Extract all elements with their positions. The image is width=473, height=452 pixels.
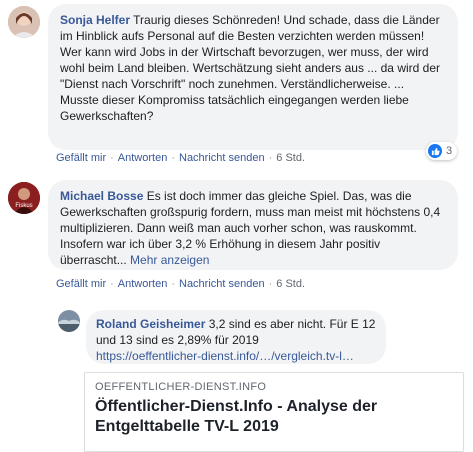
send-message-link[interactable]: Nachricht senden [179,278,265,290]
reply-link[interactable]: Antworten [118,152,168,164]
comment-bubble: Sonja Helfer Traurig dieses Schönreden! … [48,4,458,150]
reply-author[interactable]: Roland Geisheimer [96,317,205,331]
reaction-count-label: 3 [446,145,453,157]
timestamp[interactable]: 6 Std. [276,278,305,290]
reply-link[interactable]: Antworten [118,278,168,290]
comment-actions: Gefällt mir · Antworten · Nachricht senden · 6… [56,278,306,290]
like-link[interactable]: Gefällt mir [56,152,106,164]
reply-link-url[interactable]: https://oeffentlicher-dienst.info/…/verg… [96,349,354,363]
show-more-link[interactable]: Mehr anzeigen [130,253,209,267]
avatar-photo [8,182,40,214]
avatar-photo [58,310,80,332]
preview-title[interactable]: Öffentlicher-Dienst.Info - Analyse der E… [95,397,453,437]
avatar-photo [8,6,40,38]
comment-actions: Gefällt mir · Antworten · Nachricht senden · 6… [56,152,306,164]
comment-text: Traurig dieses Schönreden! Und schade, d… [60,13,440,123]
like-link[interactable]: Gefällt mir [56,278,106,290]
comment-bubble: Michael Bosse Es ist doch immer das glei… [48,180,458,270]
avatar-sonja-helfer[interactable] [8,6,40,38]
avatar-michael-bosse[interactable]: Fiskus [8,182,40,214]
reaction-count[interactable]: 3 [426,142,458,160]
link-preview-card[interactable]: OEFFENTLICHER-DIENST.INFO Öffentlicher-D… [84,372,464,452]
thumbs-up-icon [428,144,442,158]
comment-author[interactable]: Michael Bosse [60,189,143,203]
timestamp[interactable]: 6 Std. [276,152,305,164]
send-message-link[interactable]: Nachricht senden [179,152,265,164]
comment-author[interactable]: Sonja Helfer [60,13,130,27]
avatar-caption: Fiskus [15,203,33,209]
reply-bubble: Roland Geisheimer 3,2 sind es aber nicht… [86,310,386,364]
preview-domain: OEFFENTLICHER-DIENST.INFO [95,381,267,393]
avatar-roland-geisheimer[interactable] [58,310,80,332]
